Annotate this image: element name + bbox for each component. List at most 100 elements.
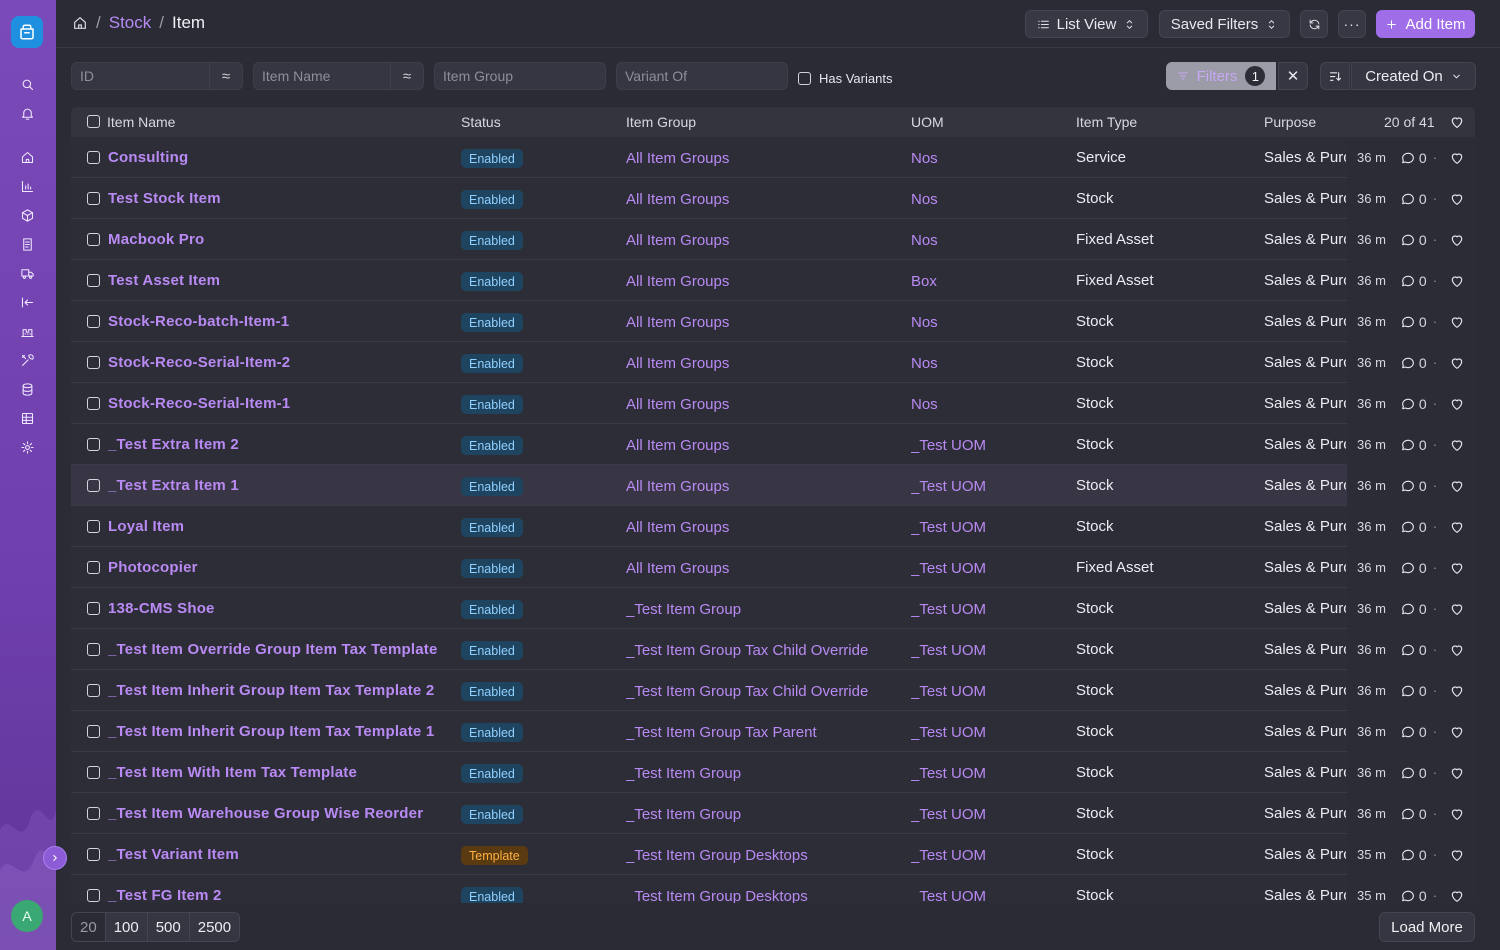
row-checkbox[interactable]: [87, 889, 100, 902]
table-row[interactable]: _Test Item Warehouse Group Wise Reorder E…: [71, 793, 1475, 834]
item-name-link[interactable]: _Test Item Override Group Item Tax Templ…: [108, 641, 438, 658]
app-logo-icon[interactable]: [11, 16, 43, 48]
heart-icon[interactable]: [1449, 683, 1465, 699]
table-row[interactable]: _Test Variant Item Template _Test Item Gro…: [71, 834, 1475, 875]
item-name-link[interactable]: Stock-Reco-Serial-Item-1: [108, 395, 290, 412]
heart-icon[interactable]: [1449, 114, 1465, 130]
heart-icon[interactable]: [1449, 273, 1465, 289]
comment-count[interactable]: 0: [1400, 273, 1427, 289]
table-row[interactable]: Macbook Pro Enabled All Item Groups Nos Fixe…: [71, 219, 1475, 260]
comment-count[interactable]: 0: [1400, 724, 1427, 740]
sort-direction-button[interactable]: [1320, 62, 1350, 90]
heart-icon[interactable]: [1449, 519, 1465, 535]
item-name-link[interactable]: Consulting: [108, 149, 188, 166]
column-header-item-type[interactable]: Item Type: [1076, 114, 1137, 130]
item-group-filter-input[interactable]: Item Group: [434, 62, 606, 90]
home-icon[interactable]: [14, 146, 40, 168]
row-checkbox[interactable]: [87, 520, 100, 533]
item-name-link[interactable]: _Test Extra Item 2: [108, 436, 239, 453]
item-group-link[interactable]: _Test Item Group: [626, 765, 741, 782]
heart-icon[interactable]: [1449, 888, 1465, 904]
uom-link[interactable]: _Test UOM: [911, 478, 986, 495]
item-name-link[interactable]: Stock-Reco-batch-Item-1: [108, 313, 289, 330]
table-row[interactable]: _Test Item Inherit Group Item Tax Templa…: [71, 670, 1475, 711]
table-icon[interactable]: [14, 407, 40, 429]
row-checkbox[interactable]: [87, 192, 100, 205]
heart-icon[interactable]: [1449, 601, 1465, 617]
uom-link[interactable]: Nos: [911, 150, 938, 167]
item-name-link[interactable]: Stock-Reco-Serial-Item-2: [108, 354, 290, 371]
row-checkbox[interactable]: [87, 438, 100, 451]
comment-count[interactable]: 0: [1400, 560, 1427, 576]
item-group-link[interactable]: All Item Groups: [626, 232, 729, 249]
comment-count[interactable]: 0: [1400, 191, 1427, 207]
table-row[interactable]: Consulting Enabled All Item Groups Nos Servi…: [71, 137, 1475, 178]
more-actions-button[interactable]: ···: [1338, 10, 1366, 38]
page-size-option[interactable]: 2500: [189, 913, 240, 941]
uom-link[interactable]: _Test UOM: [911, 560, 986, 577]
table-row[interactable]: Stock-Reco-batch-Item-1 Enabled All Item G…: [71, 301, 1475, 342]
item-group-link[interactable]: All Item Groups: [626, 519, 729, 536]
comment-count[interactable]: 0: [1400, 355, 1427, 371]
item-name-link[interactable]: 138-CMS Shoe: [108, 600, 215, 617]
heart-icon[interactable]: [1449, 642, 1465, 658]
comment-count[interactable]: 0: [1400, 232, 1427, 248]
heart-icon[interactable]: [1449, 191, 1465, 207]
table-row[interactable]: Photocopier Enabled All Item Groups _Test U…: [71, 547, 1475, 588]
item-name-link[interactable]: _Test Item Inherit Group Item Tax Templa…: [108, 723, 434, 740]
item-group-link[interactable]: All Item Groups: [626, 314, 729, 331]
uom-link[interactable]: _Test UOM: [911, 519, 986, 536]
item-name-link[interactable]: _Test Item Inherit Group Item Tax Templa…: [108, 682, 434, 699]
table-row[interactable]: _Test Extra Item 1 Enabled All Item Groups…: [71, 465, 1475, 506]
sort-by-select[interactable]: Created On: [1351, 62, 1476, 90]
item-group-link[interactable]: _Test Item Group: [626, 806, 741, 823]
item-group-link[interactable]: All Item Groups: [626, 191, 729, 208]
item-group-link[interactable]: _Test Item Group Desktops: [626, 847, 808, 864]
tools-icon[interactable]: [14, 349, 40, 371]
heart-icon[interactable]: [1449, 560, 1465, 576]
table-row[interactable]: _Test Item With Item Tax Template Enabled…: [71, 752, 1475, 793]
table-row[interactable]: _Test Extra Item 2 Enabled All Item Groups…: [71, 424, 1475, 465]
uom-link[interactable]: _Test UOM: [911, 724, 986, 741]
comment-count[interactable]: 0: [1400, 601, 1427, 617]
uom-link[interactable]: _Test UOM: [911, 642, 986, 659]
uom-link[interactable]: Nos: [911, 396, 938, 413]
item-name-link[interactable]: Test Stock Item: [108, 190, 221, 207]
truck-icon[interactable]: [14, 262, 40, 284]
page-size-option[interactable]: 500: [147, 913, 190, 941]
heart-icon[interactable]: [1449, 355, 1465, 371]
item-name-link[interactable]: _Test Variant Item: [108, 846, 239, 863]
item-group-link[interactable]: All Item Groups: [626, 437, 729, 454]
clear-filters-button[interactable]: ✕: [1278, 62, 1308, 90]
item-name-link[interactable]: Photocopier: [108, 559, 198, 576]
item-group-link[interactable]: _Test Item Group Tax Parent: [626, 724, 817, 741]
row-checkbox[interactable]: [87, 479, 100, 492]
table-row[interactable]: Stock-Reco-Serial-Item-2 Enabled All Item …: [71, 342, 1475, 383]
select-all-checkbox[interactable]: [87, 115, 100, 128]
table-row[interactable]: _Test Item Inherit Group Item Tax Templa…: [71, 711, 1475, 752]
comment-count[interactable]: 0: [1400, 150, 1427, 166]
column-header-item-name[interactable]: Item Name: [107, 114, 175, 130]
bar-chart-icon[interactable]: [14, 175, 40, 197]
uom-link[interactable]: Nos: [911, 355, 938, 372]
heart-icon[interactable]: [1449, 806, 1465, 822]
comment-count[interactable]: 0: [1400, 765, 1427, 781]
has-variants-checkbox[interactable]: [798, 72, 811, 85]
uom-link[interactable]: Nos: [911, 232, 938, 249]
notification-bell-icon[interactable]: [14, 102, 40, 124]
uom-link[interactable]: _Test UOM: [911, 683, 986, 700]
comment-count[interactable]: 0: [1400, 519, 1427, 535]
page-size-option[interactable]: 20: [72, 913, 106, 941]
row-checkbox[interactable]: [87, 725, 100, 738]
table-row[interactable]: Loyal Item Enabled All Item Groups _Test UO…: [71, 506, 1475, 547]
item-group-link[interactable]: _Test Item Group Tax Child Override: [626, 642, 868, 659]
comment-count[interactable]: 0: [1400, 396, 1427, 412]
package-icon[interactable]: [14, 204, 40, 226]
factory-icon[interactable]: [14, 320, 40, 342]
row-checkbox[interactable]: [87, 233, 100, 246]
uom-link[interactable]: Box: [911, 273, 937, 290]
item-name-link[interactable]: _Test Item Warehouse Group Wise Reorder: [108, 805, 423, 822]
heart-icon[interactable]: [1449, 150, 1465, 166]
table-row[interactable]: Stock-Reco-Serial-Item-1 Enabled All Item …: [71, 383, 1475, 424]
row-checkbox[interactable]: [87, 602, 100, 615]
